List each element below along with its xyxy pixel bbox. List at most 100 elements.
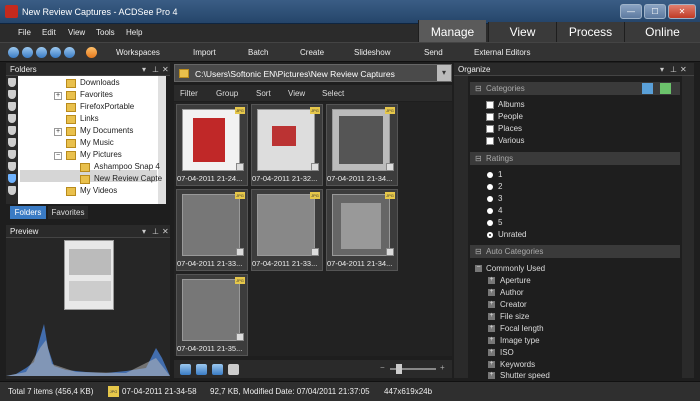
menu-edit[interactable]: Edit bbox=[42, 28, 56, 37]
category-label: Places bbox=[498, 124, 523, 133]
compare-icon[interactable] bbox=[212, 364, 223, 375]
path-dropdown-icon[interactable]: ▾ bbox=[437, 65, 451, 81]
menu-tools[interactable]: Tools bbox=[96, 28, 115, 37]
tab-online[interactable]: Online bbox=[624, 22, 700, 42]
thumbnail-image-detail bbox=[341, 203, 381, 249]
refresh-icon[interactable] bbox=[50, 47, 61, 58]
window-title: New Review Captures - ACDSee Pro 4 bbox=[22, 7, 178, 17]
slideshow-menu[interactable]: Slideshow bbox=[354, 48, 390, 57]
organize-scrollbar[interactable] bbox=[682, 76, 694, 378]
expand-icon[interactable]: + bbox=[488, 312, 495, 320]
group-menu[interactable]: Group bbox=[216, 89, 238, 98]
external-editors-menu[interactable]: External Editors bbox=[474, 48, 530, 57]
pin-icon[interactable]: ⊥ bbox=[670, 63, 677, 76]
expand-icon[interactable]: + bbox=[54, 92, 62, 100]
category-checkbox[interactable] bbox=[486, 113, 494, 121]
thumbnail[interactable]: JPG 07-04-2011 21-34... bbox=[326, 104, 398, 186]
import-menu[interactable]: Import bbox=[193, 48, 216, 57]
thumbnail-checkbox[interactable] bbox=[236, 333, 244, 341]
category-checkbox[interactable] bbox=[486, 125, 494, 133]
thumbnail-checkbox[interactable] bbox=[236, 163, 244, 171]
tab-folders[interactable]: Folders bbox=[10, 206, 46, 219]
expand-icon[interactable]: + bbox=[488, 336, 495, 344]
rating-radio-selected[interactable] bbox=[487, 232, 493, 238]
collapse-icon[interactable]: − bbox=[475, 264, 482, 272]
thumbnail-checkbox[interactable] bbox=[236, 248, 244, 256]
thumbnail[interactable]: JPG 07-04-2011 21-35... bbox=[176, 274, 248, 356]
sort-menu[interactable]: Sort bbox=[256, 89, 271, 98]
close-button[interactable]: ✕ bbox=[668, 4, 696, 19]
folders-scrollbar[interactable] bbox=[158, 76, 166, 204]
close-icon[interactable]: ✕ bbox=[162, 225, 169, 238]
rotate-left-icon[interactable] bbox=[180, 364, 191, 375]
filter-menu[interactable]: Filter bbox=[180, 89, 198, 98]
expand-icon[interactable]: + bbox=[488, 324, 495, 332]
rating-radio[interactable] bbox=[487, 172, 493, 178]
auto-categories-section-header[interactable]: ⊟ Auto Categories bbox=[470, 245, 680, 258]
tab-manage[interactable]: Manage bbox=[418, 20, 486, 44]
expand-icon[interactable]: + bbox=[488, 300, 495, 308]
pin-icon[interactable]: ⊥ bbox=[152, 225, 159, 238]
thumbnail-checkbox[interactable] bbox=[386, 248, 394, 256]
tab-process[interactable]: Process bbox=[556, 22, 624, 42]
thumbnail-checkbox[interactable] bbox=[311, 163, 319, 171]
tab-view[interactable]: View bbox=[488, 22, 556, 42]
rating-radio[interactable] bbox=[487, 196, 493, 202]
create-menu[interactable]: Create bbox=[300, 48, 324, 57]
zoom-in-icon[interactable]: + bbox=[440, 363, 445, 372]
close-icon[interactable]: ✕ bbox=[162, 63, 169, 76]
path-bar[interactable]: C:\Users\Softonic EN\Pictures\New Review… bbox=[174, 64, 452, 82]
burn-icon[interactable] bbox=[86, 47, 97, 58]
thumbnail-checkbox[interactable] bbox=[386, 163, 394, 171]
menu-file[interactable]: File bbox=[18, 28, 31, 37]
batch-menu[interactable]: Batch bbox=[248, 48, 268, 57]
menu-help[interactable]: Help bbox=[126, 28, 142, 37]
dropdown-icon[interactable]: ▾ bbox=[660, 63, 664, 76]
back-icon[interactable] bbox=[8, 47, 19, 58]
category-checkbox[interactable] bbox=[486, 137, 494, 145]
expand-icon[interactable]: + bbox=[488, 288, 495, 296]
collapse-icon[interactable]: − bbox=[54, 152, 62, 160]
expand-icon[interactable]: + bbox=[488, 348, 495, 356]
thumbnail[interactable]: JPG 07-04-2011 21-32... bbox=[251, 104, 323, 186]
slideshow-icon[interactable] bbox=[228, 364, 239, 375]
category-checkbox[interactable] bbox=[486, 101, 494, 109]
send-menu[interactable]: Send bbox=[424, 48, 443, 57]
expand-icon[interactable]: + bbox=[488, 371, 495, 379]
expand-icon[interactable]: + bbox=[488, 276, 495, 284]
select-menu[interactable]: Select bbox=[322, 89, 344, 98]
ratings-section-header[interactable]: ⊟ Ratings bbox=[470, 152, 680, 165]
folder-icon bbox=[66, 151, 76, 160]
forward-icon[interactable] bbox=[22, 47, 33, 58]
thumbnail[interactable]: JPG 07-04-2011 21-33... bbox=[251, 189, 323, 271]
thumbnail[interactable]: JPG 07-04-2011 21-33... bbox=[176, 189, 248, 271]
dropdown-icon[interactable]: ▾ bbox=[142, 63, 146, 76]
dropdown-icon[interactable]: ▾ bbox=[142, 225, 146, 238]
thumbnail[interactable]: JPG 07-04-2011 21-34... bbox=[326, 189, 398, 271]
rotate-right-icon[interactable] bbox=[196, 364, 207, 375]
maximize-button[interactable]: ☐ bbox=[644, 4, 666, 19]
rating-label: 1 bbox=[498, 170, 503, 179]
workspaces-menu[interactable]: Workspaces bbox=[116, 48, 160, 57]
up-folder-icon[interactable] bbox=[36, 47, 47, 58]
rating-radio[interactable] bbox=[487, 184, 493, 190]
pin-icon[interactable]: ⊥ bbox=[152, 63, 159, 76]
view-menu[interactable]: View bbox=[288, 89, 305, 98]
folder-icon bbox=[80, 175, 90, 184]
category-icon[interactable] bbox=[642, 83, 653, 94]
zoom-slider-handle[interactable] bbox=[396, 364, 402, 374]
tab-favorites[interactable]: Favorites bbox=[48, 206, 88, 219]
expand-icon[interactable]: + bbox=[488, 360, 495, 368]
close-icon[interactable]: ✕ bbox=[680, 63, 687, 76]
minimize-button[interactable]: — bbox=[620, 4, 642, 19]
zoom-out-icon[interactable]: − bbox=[380, 363, 385, 372]
folder-icon bbox=[66, 115, 76, 124]
thumbnail[interactable]: JPG 07-04-2011 21-24... bbox=[176, 104, 248, 186]
menu-view[interactable]: View bbox=[68, 28, 85, 37]
rating-radio[interactable] bbox=[487, 208, 493, 214]
home-icon[interactable] bbox=[64, 47, 75, 58]
thumbnail-checkbox[interactable] bbox=[311, 248, 319, 256]
add-category-icon[interactable] bbox=[660, 83, 671, 94]
rating-radio[interactable] bbox=[487, 220, 493, 226]
expand-icon[interactable]: + bbox=[54, 128, 62, 136]
